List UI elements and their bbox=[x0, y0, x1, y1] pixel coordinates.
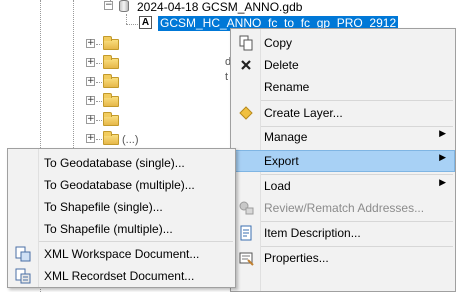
geodatabase-label[interactable]: 2024-04-18 GCSM_ANNO.gdb bbox=[137, 0, 302, 14]
menu-item-label: Rename bbox=[264, 80, 310, 94]
menu-item-label: Manage bbox=[264, 130, 308, 144]
submenu-arrow-icon: ▶ bbox=[439, 129, 446, 139]
tree-item-label-fragment: t bbox=[225, 71, 229, 83]
tree-branch-line bbox=[96, 101, 102, 102]
menu-item-label: Properties... bbox=[264, 251, 329, 265]
menu-item-to-shapefile-multiple[interactable]: To Shapefile (multiple)... bbox=[8, 218, 235, 240]
folder-icon bbox=[103, 131, 119, 145]
submenu-arrow-icon: ▶ bbox=[439, 153, 446, 163]
properties-icon bbox=[239, 252, 254, 266]
xml-recordset-icon bbox=[15, 268, 31, 284]
menu-item-to-geodatabase-multiple[interactable]: To Geodatabase (multiple)... bbox=[8, 174, 235, 196]
folder-icon bbox=[103, 36, 119, 50]
menu-separator bbox=[39, 241, 233, 242]
menu-item-label: Load bbox=[264, 179, 291, 193]
expand-toggle[interactable]: + bbox=[86, 58, 95, 67]
tree-branch-line bbox=[96, 82, 102, 83]
copy-icon bbox=[239, 35, 253, 51]
menu-item-review-rematch: Review/Rematch Addresses... bbox=[231, 197, 455, 219]
export-submenu: To Geodatabase (single)... To Geodatabas… bbox=[7, 148, 236, 288]
menu-item-label: Review/Rematch Addresses... bbox=[264, 201, 425, 215]
menu-item-copy[interactable]: Copy bbox=[231, 32, 455, 54]
delete-x-icon bbox=[241, 60, 251, 70]
geodatabase-icon bbox=[119, 0, 129, 12]
expand-toggle[interactable]: + bbox=[86, 39, 95, 48]
menu-item-label: To Geodatabase (single)... bbox=[44, 156, 185, 170]
menu-item-label: Copy bbox=[264, 36, 293, 50]
menu-item-item-description[interactable]: Item Description... bbox=[231, 222, 455, 244]
menu-item-label: XML Workspace Document... bbox=[44, 247, 200, 261]
tree-branch-line bbox=[96, 139, 102, 140]
folder-icon bbox=[103, 93, 119, 107]
menu-item-load[interactable]: Load ▶ bbox=[231, 175, 455, 197]
menu-item-export[interactable]: Export ▶ bbox=[231, 150, 455, 172]
menu-item-create-layer[interactable]: Create Layer... bbox=[231, 102, 455, 124]
xml-workspace-icon bbox=[15, 246, 31, 262]
tree-branch-line bbox=[96, 44, 102, 45]
menu-item-to-geodatabase-single[interactable]: To Geodatabase (single)... bbox=[8, 152, 235, 174]
expand-toggle[interactable]: + bbox=[86, 115, 95, 124]
menu-item-xml-workspace-document[interactable]: XML Workspace Document... bbox=[8, 243, 235, 265]
menu-item-label: To Shapefile (multiple)... bbox=[44, 222, 173, 236]
tree-item-label-fragment: (...) bbox=[122, 134, 139, 146]
menu-item-rename[interactable]: Rename bbox=[231, 76, 455, 98]
menu-item-properties[interactable]: Properties... bbox=[231, 247, 455, 269]
folder-icon bbox=[103, 55, 119, 69]
menu-item-label: XML Recordset Document... bbox=[44, 269, 195, 283]
layer-diamond-icon bbox=[239, 106, 253, 120]
item-description-icon bbox=[240, 225, 252, 241]
tree-branch-line bbox=[96, 63, 102, 64]
menu-item-label: To Shapefile (single)... bbox=[44, 200, 163, 214]
tree-guide-line bbox=[126, 14, 127, 24]
menu-item-delete[interactable]: Delete bbox=[231, 54, 455, 76]
tree-guide-line bbox=[73, 0, 74, 150]
menu-separator bbox=[261, 100, 453, 101]
collapse-toggle[interactable]: − bbox=[104, 1, 113, 10]
menu-item-label: Item Description... bbox=[264, 226, 361, 240]
tree-branch-line bbox=[96, 120, 102, 121]
expand-toggle[interactable]: + bbox=[86, 96, 95, 105]
menu-item-label: Delete bbox=[264, 58, 299, 72]
expand-toggle[interactable]: + bbox=[86, 77, 95, 86]
submenu-arrow-icon: ▶ bbox=[439, 178, 446, 188]
menu-item-manage[interactable]: Manage ▶ bbox=[231, 126, 455, 148]
menu-item-xml-recordset-document[interactable]: XML Recordset Document... bbox=[8, 265, 235, 287]
menu-item-label: Create Layer... bbox=[264, 106, 343, 120]
folder-icon bbox=[103, 112, 119, 126]
menu-item-label: To Geodatabase (multiple)... bbox=[44, 178, 195, 192]
context-menu: Copy Delete Rename Create Layer... Manag… bbox=[230, 28, 456, 292]
review-rematch-icon bbox=[239, 201, 254, 215]
tree-branch-line bbox=[126, 24, 138, 25]
folder-icon bbox=[103, 74, 119, 88]
menu-item-label: Export bbox=[264, 154, 299, 168]
menu-item-to-shapefile-single[interactable]: To Shapefile (single)... bbox=[8, 196, 235, 218]
annotation-class-icon: A bbox=[139, 16, 152, 29]
expand-toggle[interactable]: + bbox=[86, 134, 95, 143]
